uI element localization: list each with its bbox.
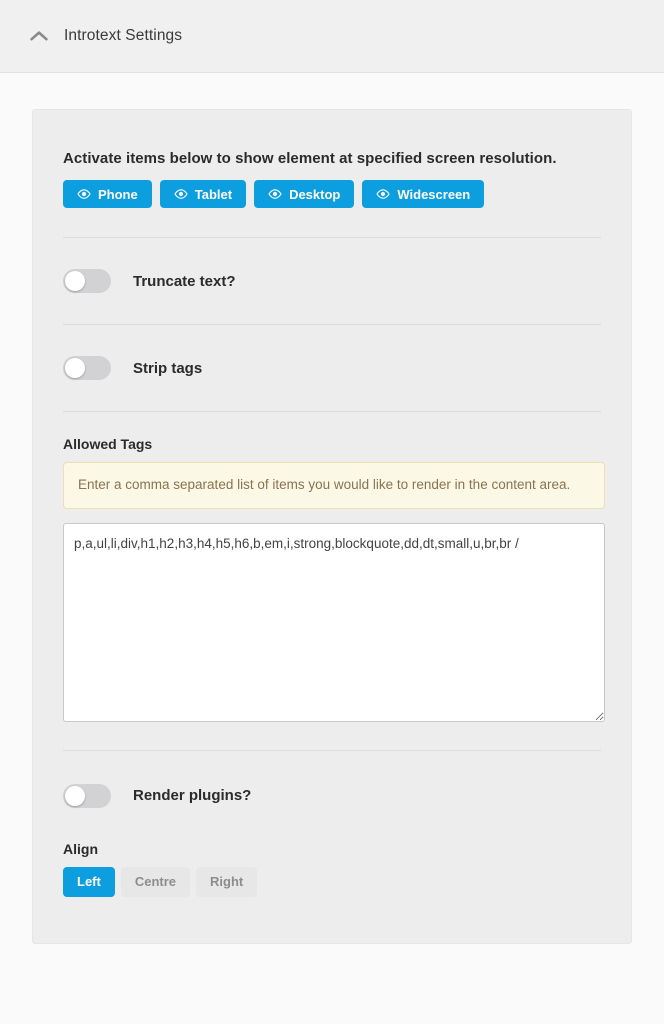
resolution-button-desktop[interactable]: Desktop xyxy=(254,180,355,208)
toggle-render-plugins[interactable] xyxy=(63,783,111,808)
align-button-left[interactable]: Left xyxy=(63,866,115,897)
eye-icon xyxy=(268,189,282,199)
resolution-button-label: Phone xyxy=(98,186,138,202)
allowed-tags-section: Allowed Tags Enter a comma separated lis… xyxy=(63,436,605,722)
toggle-knob xyxy=(65,358,85,378)
resolution-button-label: Tablet xyxy=(194,186,233,202)
allowed-tags-label: Allowed Tags xyxy=(63,436,153,452)
align-button-centre[interactable]: Centre xyxy=(120,866,191,897)
toggle-truncate-text[interactable] xyxy=(63,269,111,293)
toggle-strip-tags[interactable] xyxy=(63,356,111,380)
allowed-tags-textarea[interactable] xyxy=(63,522,605,722)
eye-icon xyxy=(174,189,188,199)
eye-icon xyxy=(77,189,91,199)
resolution-button-phone[interactable]: Phone xyxy=(63,180,152,208)
toggle-label: Truncate text? xyxy=(133,272,236,290)
page-body: Activate items below to show element at … xyxy=(0,73,664,944)
toggle-label: Render plugins? xyxy=(133,787,252,805)
align-section: Align Left Centre Right xyxy=(63,841,601,897)
resolution-section: Activate items below to show element at … xyxy=(63,150,601,208)
align-label: Align xyxy=(63,840,98,857)
toggle-knob xyxy=(65,271,85,291)
allowed-tags-help-text: Enter a comma separated list of items yo… xyxy=(63,462,605,509)
resolution-button-widescreen[interactable]: Widescreen xyxy=(362,180,485,208)
toggle-row-render-plugins: Render plugins? xyxy=(63,751,601,841)
chevron-up-icon[interactable] xyxy=(28,25,50,47)
panel-header[interactable]: Introtext Settings xyxy=(0,0,664,73)
eye-icon xyxy=(376,189,390,199)
page-title: Introtext Settings xyxy=(64,27,183,44)
settings-card: Activate items below to show element at … xyxy=(32,109,632,944)
align-button-right[interactable]: Right xyxy=(196,866,258,897)
resolution-button-label: Desktop xyxy=(289,186,341,202)
resolution-button-tablet[interactable]: Tablet xyxy=(159,180,247,208)
toggle-row-truncate-text: Truncate text? xyxy=(63,238,601,324)
toggle-label: Strip tags xyxy=(133,359,203,377)
toggle-knob xyxy=(65,785,85,806)
toggle-row-strip-tags: Strip tags xyxy=(63,325,601,411)
divider xyxy=(63,411,601,412)
align-button-group: Left Centre Right xyxy=(63,866,601,897)
resolution-button-group: Phone Tablet Desktop Widescreen xyxy=(63,180,601,208)
resolution-instruction: Activate items below to show element at … xyxy=(63,150,557,167)
resolution-button-label: Widescreen xyxy=(397,186,471,202)
